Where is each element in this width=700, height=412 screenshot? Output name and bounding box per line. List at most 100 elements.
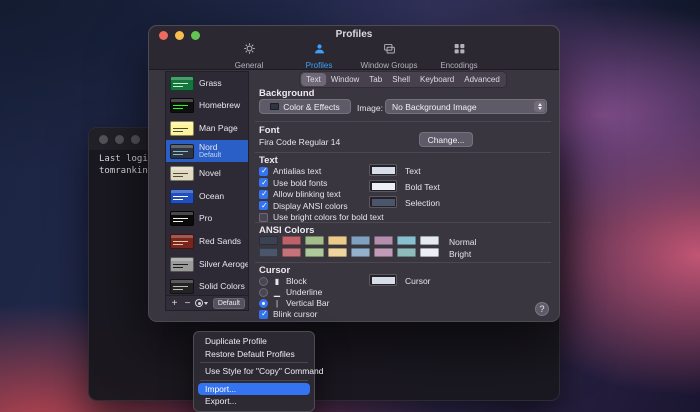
ansi-swatch-bright-red[interactable]	[282, 248, 301, 257]
profile-action-menu-button[interactable]	[195, 299, 208, 307]
ansi-swatch-bright-magenta[interactable]	[374, 248, 393, 257]
profile-thumbnail	[170, 279, 194, 294]
menu-item-import[interactable]: Import...	[198, 383, 310, 396]
change-font-button[interactable]: Change...	[419, 132, 473, 147]
checkbox-bright-colors-bold[interactable]: Use bright colors for bold text	[259, 212, 384, 222]
toolbar-item-window-groups[interactable]: Window Groups	[361, 41, 417, 70]
minimize-button[interactable]	[175, 31, 184, 40]
menu-item-export[interactable]: Export...	[198, 395, 310, 408]
add-profile-button[interactable]: +	[169, 297, 180, 310]
checkbox-icon[interactable]	[259, 201, 268, 210]
color-effects-button[interactable]: Color & Effects	[259, 99, 351, 114]
selection-color-well[interactable]	[369, 196, 397, 208]
underline-cursor-icon: ▁	[273, 288, 281, 297]
zoom-button[interactable]	[191, 31, 200, 40]
ansi-swatch-bright-cyan[interactable]	[397, 248, 416, 257]
menu-separator	[200, 362, 308, 363]
list-item-novel[interactable]: Novel	[166, 162, 248, 185]
profile-name: Man Page	[199, 124, 238, 133]
toolbar-item-profiles[interactable]: Profiles	[291, 41, 347, 70]
list-item-ocean[interactable]: Ocean	[166, 185, 248, 208]
help-button[interactable]: ?	[535, 302, 549, 316]
radio-cursor-underline[interactable]: ▁ Underline	[259, 287, 322, 297]
ansi-swatch-blue[interactable]	[351, 236, 370, 245]
checkbox-icon[interactable]	[259, 213, 268, 222]
profile-thumbnail	[170, 144, 194, 159]
list-item-solid-colors[interactable]: Solid Colors	[166, 275, 248, 295]
ansi-swatch-yellow[interactable]	[328, 236, 347, 245]
checkbox-icon[interactable]	[259, 178, 268, 187]
menu-separator	[200, 380, 308, 381]
list-item-red-sands[interactable]: Red Sands	[166, 230, 248, 253]
divider	[255, 222, 551, 223]
cursor-section-title: Cursor	[259, 265, 290, 276]
checkbox-use-bold-fonts[interactable]: Use bold fonts	[259, 178, 327, 188]
radio-icon[interactable]	[259, 277, 268, 286]
ansi-swatch-white[interactable]	[420, 236, 439, 245]
selection-color-label: Selection	[405, 198, 440, 208]
toolbar-label: Profiles	[306, 61, 333, 70]
tab-tab[interactable]: Tab	[364, 73, 387, 86]
ansi-swatch-bright-white[interactable]	[420, 248, 439, 257]
list-item-pro[interactable]: Pro	[166, 208, 248, 231]
titlebar[interactable]: Profiles	[149, 26, 559, 42]
cursor-color-well[interactable]	[369, 274, 397, 286]
menu-item-restore-default-profiles[interactable]: Restore Default Profiles	[198, 348, 310, 361]
ansi-swatch-green[interactable]	[305, 236, 324, 245]
ansi-swatch-black[interactable]	[259, 236, 278, 245]
terminal-zoom-button[interactable]	[131, 135, 140, 144]
bold-text-color-well[interactable]	[369, 180, 397, 192]
ansi-swatch-bright-green[interactable]	[305, 248, 324, 257]
ansi-swatch-bright-black[interactable]	[259, 248, 278, 257]
preferences-window: Profiles General Profiles Window Groups	[148, 25, 560, 322]
profile-thumbnail	[170, 211, 194, 226]
radio-cursor-vertical-bar[interactable]: | Vertical Bar	[259, 298, 329, 308]
checkbox-allow-blinking-text[interactable]: Allow blinking text	[259, 189, 341, 199]
profile-name: Nord	[199, 143, 221, 152]
terminal-close-button[interactable]	[99, 135, 108, 144]
ansi-swatch-bright-blue[interactable]	[351, 248, 370, 257]
menu-item-use-style-for-copy[interactable]: Use Style for "Copy" Command	[198, 365, 310, 378]
checkbox-icon[interactable]	[259, 167, 268, 176]
remove-profile-button[interactable]: −	[182, 297, 193, 310]
tab-shell[interactable]: Shell	[387, 73, 415, 86]
toolbar-item-general[interactable]: General	[221, 41, 277, 70]
terminal-minimize-button[interactable]	[115, 135, 124, 144]
profile-thumbnail	[170, 166, 194, 181]
checkbox-icon[interactable]	[259, 190, 268, 199]
ansi-section-title: ANSI Colors	[259, 225, 314, 236]
list-item-man-page[interactable]: Man Page	[166, 117, 248, 140]
profile-name: Red Sands	[199, 237, 241, 246]
profile-thumbnail	[170, 257, 194, 272]
ansi-swatch-bright-yellow[interactable]	[328, 248, 347, 257]
tab-advanced[interactable]: Advanced	[459, 73, 505, 86]
list-item-homebrew[interactable]: Homebrew	[166, 95, 248, 118]
profile-name: Novel	[199, 169, 221, 178]
toolbar-item-encodings[interactable]: Encodings	[431, 41, 487, 70]
ansi-swatch-red[interactable]	[282, 236, 301, 245]
background-image-dropdown[interactable]: No Background Image	[385, 99, 547, 114]
ansi-swatch-magenta[interactable]	[374, 236, 393, 245]
radio-cursor-block[interactable]: ▮ Block	[259, 276, 307, 286]
list-item-nord-selected[interactable]: Nord Default	[166, 140, 248, 163]
list-item-silver-aerogel[interactable]: Silver Aerogel	[166, 253, 248, 276]
background-color-swatch	[270, 103, 279, 110]
menu-item-duplicate-profile[interactable]: Duplicate Profile	[198, 335, 310, 348]
close-button[interactable]	[159, 31, 168, 40]
checkbox-blink-cursor[interactable]: Blink cursor	[259, 309, 317, 319]
list-item-grass[interactable]: Grass	[166, 72, 248, 95]
tab-text[interactable]: Text	[301, 73, 326, 86]
radio-icon[interactable]	[259, 299, 268, 308]
profile-rows: Grass Homebrew Man Page Nord D	[166, 72, 248, 295]
set-default-button[interactable]: Default	[213, 298, 245, 309]
divider	[255, 152, 551, 153]
checkbox-icon[interactable]	[259, 310, 268, 319]
ansi-swatch-cyan[interactable]	[397, 236, 416, 245]
radio-icon[interactable]	[259, 288, 268, 297]
tab-keyboard[interactable]: Keyboard	[415, 73, 459, 86]
divider	[255, 121, 551, 122]
checkbox-antialias-text[interactable]: Antialias text	[259, 166, 321, 176]
text-color-well[interactable]	[369, 164, 397, 176]
tab-window[interactable]: Window	[326, 73, 364, 86]
checkbox-display-ansi-colors[interactable]: Display ANSI colors	[259, 201, 348, 211]
